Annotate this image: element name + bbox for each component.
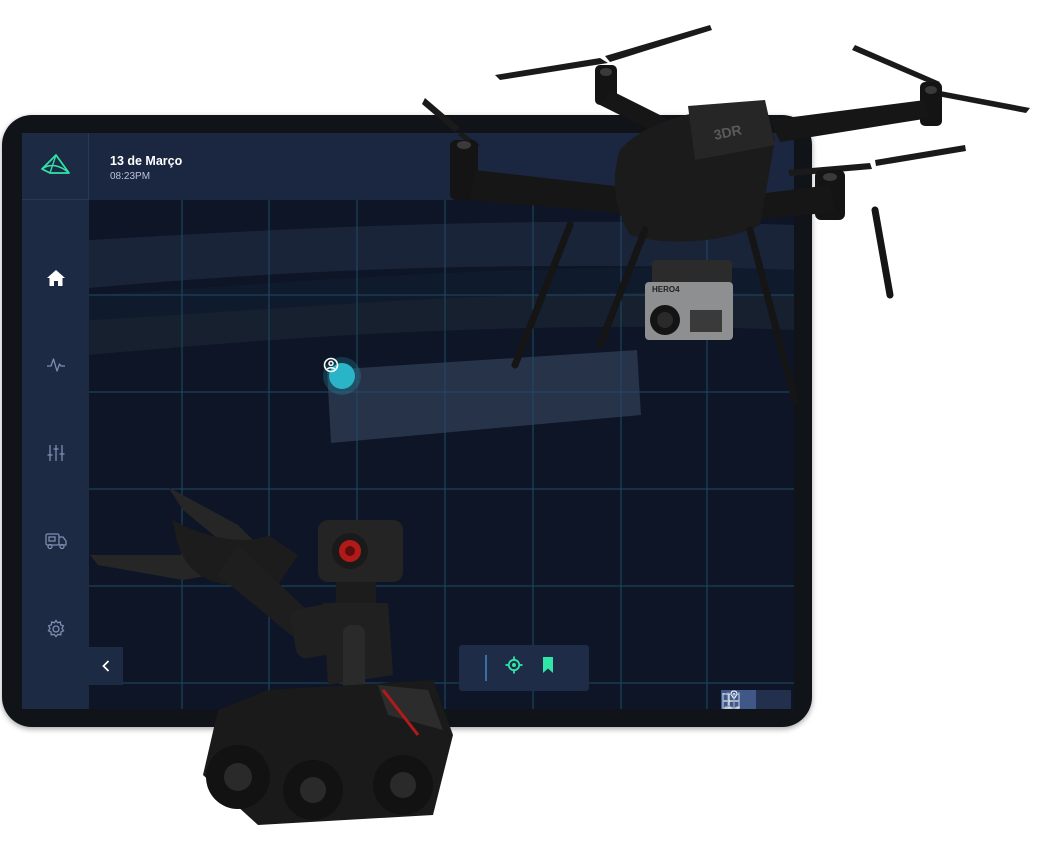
camera-brand-text: HERO4 (652, 285, 680, 294)
sidebar-item-vehicle[interactable] (22, 521, 89, 561)
sidebar-item-activity[interactable] (22, 345, 89, 385)
folded-map-icon (722, 692, 740, 709)
folded-map-view-button[interactable] (722, 690, 791, 709)
drone-image: 3DR HERO4 (422, 25, 1030, 404)
bookmark-icon (543, 657, 553, 673)
header-time: 08:23PM (110, 171, 151, 182)
sidebar-item-settings[interactable] (22, 609, 89, 649)
header-date: 13 de Março (110, 154, 183, 168)
action-divider (485, 655, 487, 681)
logo[interactable] (22, 133, 89, 200)
map-view-toggle (721, 690, 791, 709)
locate-button[interactable] (505, 656, 529, 680)
robot-image (90, 487, 453, 825)
user-pin-icon (323, 357, 355, 389)
home-icon (46, 270, 65, 286)
gear-icon (47, 619, 64, 638)
map-action-bar (459, 645, 589, 691)
sidebar (22, 133, 89, 709)
leaf-logo-icon (41, 154, 70, 174)
sidebar-item-home[interactable] (22, 258, 89, 298)
crosshair-icon (505, 656, 523, 674)
sidebar-item-controls[interactable] (22, 433, 89, 473)
sliders-icon (47, 445, 64, 461)
bookmark-button[interactable] (541, 656, 565, 680)
activity-pulse-icon (46, 358, 65, 372)
vehicle-icon (44, 533, 67, 550)
user-location-pin[interactable] (323, 357, 361, 395)
